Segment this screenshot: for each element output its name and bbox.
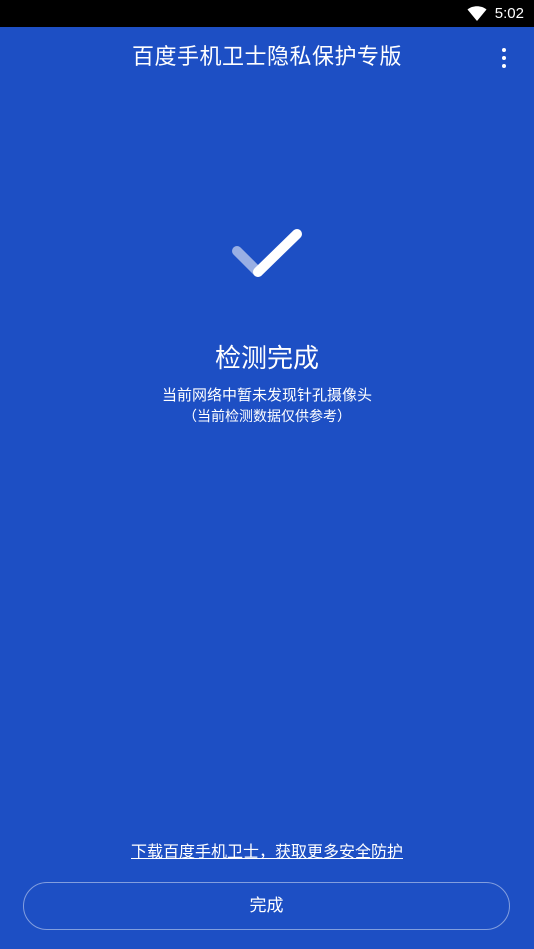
result-title: 检测完成 bbox=[214, 344, 319, 374]
download-link[interactable]: 下载百度手机卫士，获取更多安全防护 bbox=[0, 838, 534, 862]
status-time: 5:02 bbox=[494, 5, 524, 22]
app-bar: 百度手机卫士隐私保护专版 bbox=[0, 27, 534, 89]
check-icon bbox=[232, 229, 302, 277]
wifi-icon bbox=[467, 5, 487, 21]
more-vertical-icon-dot bbox=[502, 64, 506, 68]
status-bar: 5:02 bbox=[0, 0, 534, 27]
result-note: （当前检测数据仅供参考） bbox=[183, 409, 351, 425]
done-button[interactable]: 完成 bbox=[23, 882, 510, 930]
more-vertical-icon-dot bbox=[502, 56, 506, 60]
page-title: 百度手机卫士隐私保护专版 bbox=[131, 45, 402, 70]
status-bar-right: 5:02 bbox=[467, 0, 524, 27]
more-vertical-icon bbox=[502, 48, 506, 52]
result-message: 当前网络中暂未发现针孔摄像头 bbox=[161, 386, 372, 404]
more-options-button[interactable] bbox=[492, 46, 516, 70]
